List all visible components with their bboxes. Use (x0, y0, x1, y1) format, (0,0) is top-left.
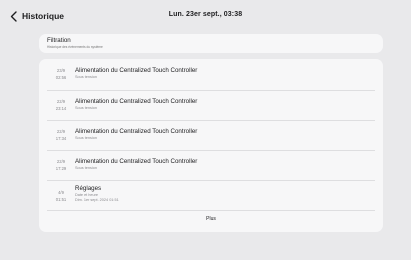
divider (47, 210, 375, 211)
event-time: 02:56 (55, 75, 67, 80)
event-time: 17:34 (55, 136, 67, 141)
datetime-display: Lun. 23er sept., 03:38 (168, 11, 243, 18)
event-row[interactable]: 22/9 17:34 Alimentation du Centralized T… (47, 120, 375, 150)
more-button[interactable]: Plus (39, 216, 383, 222)
event-row[interactable]: 22/9 17:29 Alimentation du Centralized T… (47, 150, 375, 180)
event-row[interactable]: 22/9 23:14 Alimentation du Centralized T… (47, 90, 375, 120)
event-date: 23/9 (56, 68, 66, 73)
event-date: 22/9 (56, 99, 66, 104)
event-time: 17:29 (55, 166, 67, 171)
top-bar: Historique Lun. 23er sept., 03:38 (0, 0, 411, 30)
event-title: Alimentation du Centralized Touch Contro… (75, 128, 198, 135)
event-date: 22/9 (56, 159, 66, 164)
event-row[interactable]: 23/9 02:56 Alimentation du Centralized T… (47, 59, 375, 90)
event-time: 01:51 (55, 197, 67, 202)
event-title: Réglages (75, 185, 102, 192)
event-subtitle: Sous tension (75, 106, 97, 110)
event-row[interactable]: 4/9 01:51 Réglages Date et heure Dim. 1e… (47, 180, 375, 210)
event-title: Alimentation du Centralized Touch Contro… (75, 158, 198, 165)
event-title: Alimentation du Centralized Touch Contro… (75, 67, 198, 74)
event-date: 4/9 (58, 190, 64, 195)
event-detail: Dim. 1er sept. 2024 01:51 (75, 198, 119, 202)
filter-button[interactable]: Filtration Historique des événements du … (39, 34, 383, 53)
event-subtitle: Sous tension (75, 166, 97, 170)
event-date: 22/9 (56, 129, 66, 134)
event-subtitle: Sous tension (75, 136, 97, 140)
event-subtitle: Sous tension (75, 75, 97, 79)
filter-title: Filtration (47, 37, 71, 44)
event-list: 23/9 02:56 Alimentation du Centralized T… (39, 59, 383, 232)
filter-subtitle: Historique des événements du système (47, 45, 103, 49)
event-time: 23:14 (55, 106, 67, 111)
event-title: Alimentation du Centralized Touch Contro… (75, 98, 198, 105)
